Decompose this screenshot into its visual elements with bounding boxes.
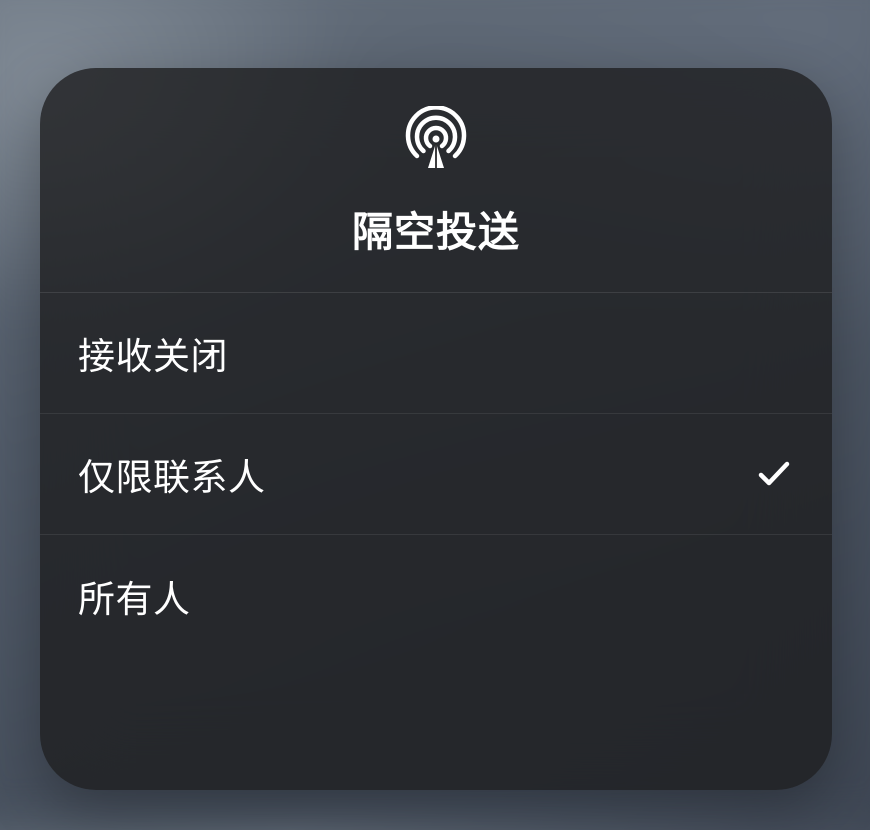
option-label: 接收关闭 <box>78 326 228 380</box>
option-receiving-off[interactable]: 接收关闭 <box>40 293 832 414</box>
airdrop-icon <box>401 104 471 174</box>
check-icon <box>754 454 794 494</box>
option-list: 接收关闭 仅限联系人 所有人 <box>40 293 832 656</box>
option-label: 所有人 <box>78 569 191 623</box>
panel-header: 隔空投送 <box>40 68 832 293</box>
airdrop-settings-panel: 隔空投送 接收关闭 仅限联系人 所有人 <box>40 68 832 790</box>
option-everyone[interactable]: 所有人 <box>40 535 832 656</box>
option-contacts-only[interactable]: 仅限联系人 <box>40 414 832 535</box>
panel-title: 隔空投送 <box>352 198 520 258</box>
option-label: 仅限联系人 <box>78 447 266 501</box>
